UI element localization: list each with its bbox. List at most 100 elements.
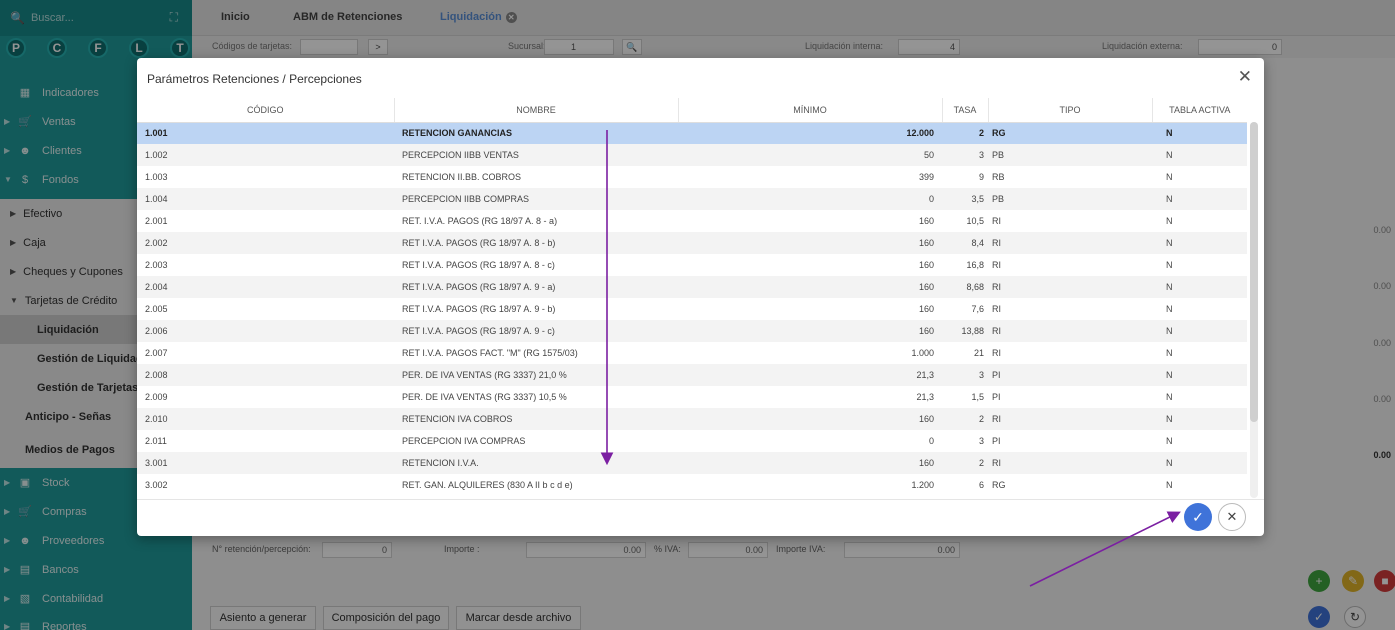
column-header-tasa[interactable]: TASA	[942, 98, 989, 123]
cell-tipo: PI	[988, 386, 1152, 408]
cell-codigo: 1.001	[137, 122, 394, 144]
cell-tabla-activa: N	[1152, 364, 1247, 386]
column-header-tabla-activa[interactable]: TABLA ACTIVA	[1152, 98, 1247, 123]
cell-tabla-activa: N	[1152, 342, 1247, 364]
cell-tabla-activa: N	[1152, 430, 1247, 452]
table-row[interactable]: 1.003 RETENCION II.BB. COBROS 399 9 RB N	[137, 166, 1247, 188]
cell-nombre: RETENCION II.BB. COBROS	[394, 166, 678, 188]
cell-nombre: RET I.V.A. PAGOS (RG 18/97 A. 8 - c)	[394, 254, 678, 276]
cell-nombre: PER. DE IVA VENTAS (RG 3337) 21,0 %	[394, 364, 678, 386]
cell-tipo: RG	[988, 122, 1152, 144]
cell-tabla-activa: N	[1152, 232, 1247, 254]
table-row[interactable]: 2.010 RETENCION IVA COBROS 160 2 RI N	[137, 408, 1247, 430]
cancel-button[interactable]: ✕	[1218, 503, 1246, 531]
cell-nombre: RETENCION IVA COBROS	[394, 408, 678, 430]
cell-tasa: 3	[942, 430, 988, 452]
table-row[interactable]: 2.006 RET I.V.A. PAGOS (RG 18/97 A. 9 - c…	[137, 320, 1247, 342]
table-row[interactable]: 1.004 PERCEPCION IIBB COMPRAS 0 3,5 PB N	[137, 188, 1247, 210]
cell-minimo: 160	[678, 210, 942, 232]
cell-tipo: RG	[988, 474, 1152, 496]
cell-tipo: RI	[988, 232, 1152, 254]
table-row[interactable]: 2.003 RET I.V.A. PAGOS (RG 18/97 A. 8 - c…	[137, 254, 1247, 276]
cell-minimo: 21,3	[678, 364, 942, 386]
cell-minimo: 160	[678, 254, 942, 276]
cell-tasa: 3	[942, 144, 988, 166]
cell-tabla-activa: N	[1152, 386, 1247, 408]
column-header-nombre[interactable]: NOMBRE	[394, 98, 679, 123]
cell-minimo: 160	[678, 232, 942, 254]
close-icon[interactable]: ✕	[1238, 67, 1252, 87]
cell-tasa: 2	[942, 122, 988, 144]
table-row[interactable]: 1.001 RETENCION GANANCIAS 12.000 2 RG N	[137, 122, 1247, 144]
cell-tabla-activa: N	[1152, 276, 1247, 298]
cell-tipo: RI	[988, 210, 1152, 232]
table-row[interactable]: 2.009 PER. DE IVA VENTAS (RG 3337) 10,5 %…	[137, 386, 1247, 408]
cell-minimo: 50	[678, 144, 942, 166]
cell-tabla-activa: N	[1152, 144, 1247, 166]
table-row[interactable]: 3.001 RETENCION I.V.A. 160 2 RI N	[137, 452, 1247, 474]
cell-codigo: 1.003	[137, 166, 394, 188]
cell-nombre: RET. I.V.A. PAGOS (RG 18/97 A. 8 - a)	[394, 210, 678, 232]
cell-minimo: 21,3	[678, 386, 942, 408]
cell-tipo: RI	[988, 408, 1152, 430]
table-row[interactable]: 2.008 PER. DE IVA VENTAS (RG 3337) 21,0 %…	[137, 364, 1247, 386]
table-row[interactable]: 3.002 RET. GAN. ALQUILERES (830 A II b c …	[137, 474, 1247, 496]
cell-codigo: 2.010	[137, 408, 394, 430]
cell-codigo: 2.009	[137, 386, 394, 408]
cell-tipo: PI	[988, 430, 1152, 452]
table-row[interactable]: 2.002 RET I.V.A. PAGOS (RG 18/97 A. 8 - b…	[137, 232, 1247, 254]
check-icon: ✓	[1192, 508, 1204, 525]
modal-title: Parámetros Retenciones / Percepciones	[147, 72, 362, 86]
table-row[interactable]: 1.002 PERCEPCION IIBB VENTAS 50 3 PB N	[137, 144, 1247, 166]
column-header-codigo[interactable]: CÓDIGO	[137, 98, 395, 123]
cell-nombre: RET I.V.A. PAGOS FACT. "M" (RG 1575/03)	[394, 342, 678, 364]
cell-tasa: 16,8	[942, 254, 988, 276]
cell-codigo: 2.006	[137, 320, 394, 342]
cell-codigo: 2.008	[137, 364, 394, 386]
cell-tasa: 10,5	[942, 210, 988, 232]
cell-minimo: 160	[678, 320, 942, 342]
table-row[interactable]: 2.011 PERCEPCION IVA COMPRAS 0 3 PI N	[137, 430, 1247, 452]
column-header-minimo[interactable]: MÍNIMO	[678, 98, 943, 123]
cell-tabla-activa: N	[1152, 254, 1247, 276]
cell-tabla-activa: N	[1152, 122, 1247, 144]
cell-tasa: 8,4	[942, 232, 988, 254]
cell-tasa: 7,6	[942, 298, 988, 320]
retenciones-table-wrapper[interactable]: CÓDIGO NOMBRE MÍNIMO TASA TIPO TABLA ACT…	[137, 98, 1247, 499]
cell-minimo: 0	[678, 430, 942, 452]
cell-tabla-activa: N	[1152, 210, 1247, 232]
table-row[interactable]: 2.001 RET. I.V.A. PAGOS (RG 18/97 A. 8 - …	[137, 210, 1247, 232]
cell-tipo: PB	[988, 144, 1152, 166]
cell-tasa: 1,5	[942, 386, 988, 408]
cell-minimo: 12.000	[678, 122, 942, 144]
table-row[interactable]: 2.005 RET I.V.A. PAGOS (RG 18/97 A. 9 - b…	[137, 298, 1247, 320]
cell-tasa: 13,88	[942, 320, 988, 342]
cell-nombre: RETENCION GANANCIAS	[394, 122, 678, 144]
confirm-button[interactable]: ✓	[1184, 503, 1212, 531]
cell-minimo: 1.200	[678, 474, 942, 496]
cell-tabla-activa: N	[1152, 320, 1247, 342]
cell-tabla-activa: N	[1152, 474, 1247, 496]
cell-codigo: 2.002	[137, 232, 394, 254]
cell-nombre: PERCEPCION IIBB VENTAS	[394, 144, 678, 166]
cell-tipo: RI	[988, 342, 1152, 364]
column-header-tipo[interactable]: TIPO	[988, 98, 1153, 123]
cell-codigo: 2.001	[137, 210, 394, 232]
cell-codigo: 2.011	[137, 430, 394, 452]
scrollbar-thumb[interactable]	[1250, 122, 1258, 422]
table-row[interactable]: 2.007 RET I.V.A. PAGOS FACT. "M" (RG 1575…	[137, 342, 1247, 364]
table-row[interactable]: 2.004 RET I.V.A. PAGOS (RG 18/97 A. 9 - a…	[137, 276, 1247, 298]
cell-codigo: 2.005	[137, 298, 394, 320]
cell-codigo: 1.004	[137, 188, 394, 210]
modal-footer-divider	[137, 499, 1264, 500]
cell-tasa: 9	[942, 166, 988, 188]
cell-tipo: RI	[988, 298, 1152, 320]
cell-nombre: RET I.V.A. PAGOS (RG 18/97 A. 9 - a)	[394, 276, 678, 298]
cell-nombre: RETENCION I.V.A.	[394, 452, 678, 474]
cell-tabla-activa: N	[1152, 408, 1247, 430]
cell-nombre: RET I.V.A. PAGOS (RG 18/97 A. 8 - b)	[394, 232, 678, 254]
cell-nombre: PER. DE IVA VENTAS (RG 3337) 10,5 %	[394, 386, 678, 408]
cell-nombre: RET I.V.A. PAGOS (RG 18/97 A. 9 - b)	[394, 298, 678, 320]
cell-codigo: 2.004	[137, 276, 394, 298]
cell-tipo: RI	[988, 452, 1152, 474]
